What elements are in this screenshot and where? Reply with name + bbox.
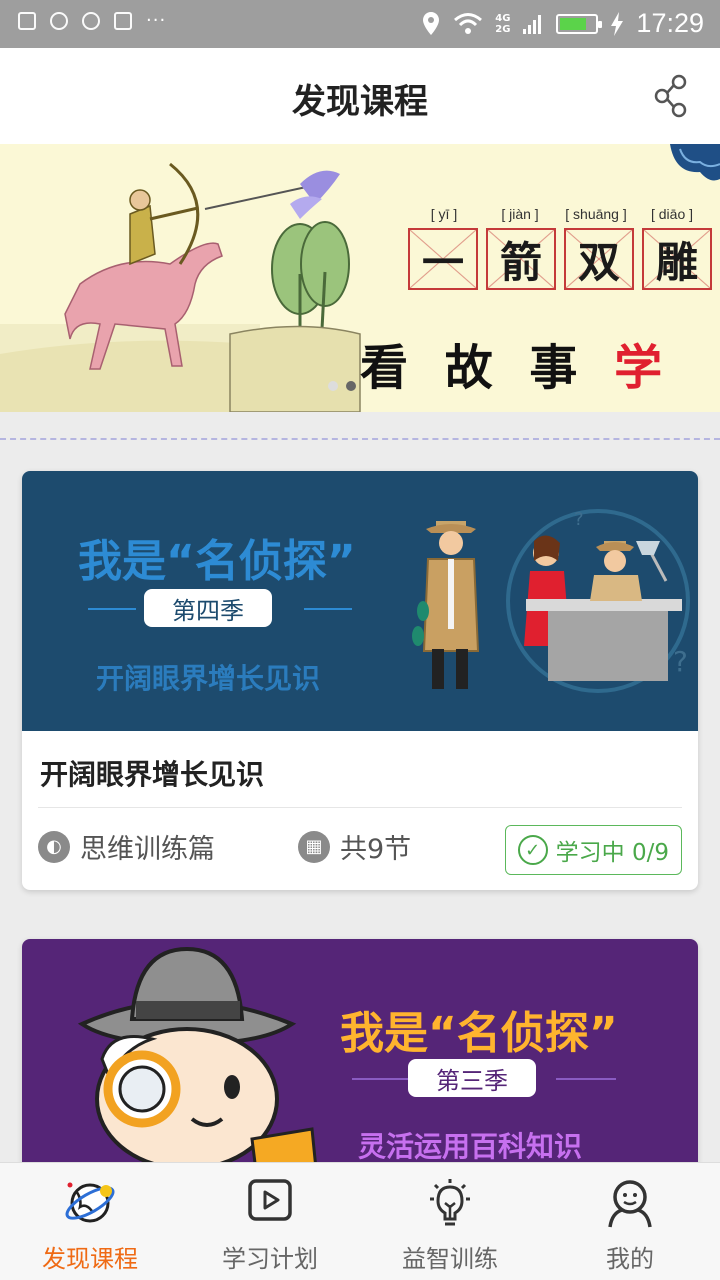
season-badge: 第四季 [144,589,272,627]
course-card[interactable]: 我是“名侦探” 第三季 灵活运用百科知识 [22,939,698,1179]
nav-me[interactable]: 我的 [540,1163,720,1280]
app-header: 发现课程 [0,48,720,144]
season-badge: 第三季 [408,1059,536,1097]
bottom-nav: 发现课程 学习计划 益智训练 我的 [0,1162,720,1280]
season-line-right [556,1078,616,1080]
detective-kid-illustration [77,946,319,1179]
cover-subtitle: 灵活运用百科知识 [358,1130,583,1163]
course-lessons: ▦ 共9节 [298,827,411,866]
idiom-char: 双 [564,228,634,290]
season-line-left [352,1078,412,1080]
svg-text:?: ? [673,645,688,678]
idiom-row: 一 箭 双 雕 [408,228,712,290]
svg-text:?: ? [574,509,584,530]
android-icon [50,12,68,30]
course-cover[interactable]: 我是“名侦探” 第三季 灵活运用百科知识 [22,939,698,1179]
course-title: 开阔眼界增长见识 [40,758,265,791]
user-icon [608,1180,652,1228]
course-category: ◐ 思维训练篇 [38,827,215,866]
usb-icon [114,12,132,30]
slogan-black: 看 故 事 [360,340,615,396]
status-bar: ··· 4G 2G 17:29 [0,0,720,48]
network-type: 4G 2G [495,12,511,35]
course-cover[interactable]: 我是“名侦探” 第四季 开阔眼界增长见识 ? ? [22,471,698,731]
season-line-left [88,608,136,610]
brain-icon: ◐ [38,830,70,863]
carousel-dot[interactable] [328,381,338,391]
bulb-icon [430,1179,470,1226]
gallery-icon [18,12,36,30]
study-status-label: 学习中 0/9 [555,840,669,866]
course-card[interactable]: 我是“名侦探” 第四季 开阔眼界增长见识 ? ? 开阔眼界增长见识 ◐ 思维训练… [22,471,698,890]
pinyin-2: [ jiàn ] [501,206,539,222]
nav-brain-training-label: 益智训练 [402,1245,498,1273]
page-title: 发现课程 [292,82,428,122]
nav-discover-label: 发现课程 [42,1245,138,1273]
play-icon [248,1179,292,1221]
card-divider [38,807,682,808]
nav-discover[interactable]: 发现课程 [0,1163,180,1280]
cloud-decoration-icon [670,144,720,181]
idiom-char: 一 [408,228,478,290]
cover-title: 我是“名侦探” [340,1008,618,1059]
clock: 17:29 [636,8,704,38]
carousel-indicator[interactable] [328,381,356,391]
idiom-char: 箭 [486,228,556,290]
location-icon [423,11,440,35]
detective-illustration: ? ? [412,509,690,693]
archer-illustration [0,162,361,412]
cast-icon [82,12,100,30]
pinyin-4: [ diāo ] [650,206,694,222]
pinyin-row: [ yī ] [ jiàn ] [ shuāng ] [ diāo ] [410,206,706,222]
planet-icon [65,1182,115,1223]
promo-banner[interactable]: [ yī ] [ jiàn ] [ shuāng ] [ diāo ] 一 箭 … [0,144,720,412]
study-status-badge[interactable]: ✓ 学习中 0/9 [504,825,682,875]
nav-brain-training[interactable]: 益智训练 [360,1163,540,1280]
wifi-icon [454,12,483,34]
season-line-right [304,608,352,610]
check-icon: ✓ [517,835,548,865]
section-divider [0,438,720,440]
battery-icon [556,13,603,34]
more-notifications-icon: ··· [146,10,167,31]
nav-study-plan-label: 学习计划 [222,1245,318,1273]
lessons-label: 共9节 [340,834,412,865]
charging-icon [611,11,624,36]
nav-study-plan[interactable]: 学习计划 [180,1163,360,1280]
idiom-char: 雕 [642,228,712,290]
pinyin-1: [ yī ] [430,206,458,222]
category-label: 思维训练篇 [80,834,215,865]
pinyin-3: [ shuāng ] [565,206,627,222]
signal-icon [523,14,542,34]
cover-title: 我是“名侦探” [78,536,356,587]
calendar-icon: ▦ [298,830,330,863]
cover-subtitle: 开阔眼界增长见识 [96,662,321,695]
share-icon[interactable] [652,74,692,118]
nav-me-label: 我的 [606,1245,654,1273]
carousel-dot-active[interactable] [346,381,356,391]
banner-slogan: 看 故 事 学 成 语 [360,328,720,412]
